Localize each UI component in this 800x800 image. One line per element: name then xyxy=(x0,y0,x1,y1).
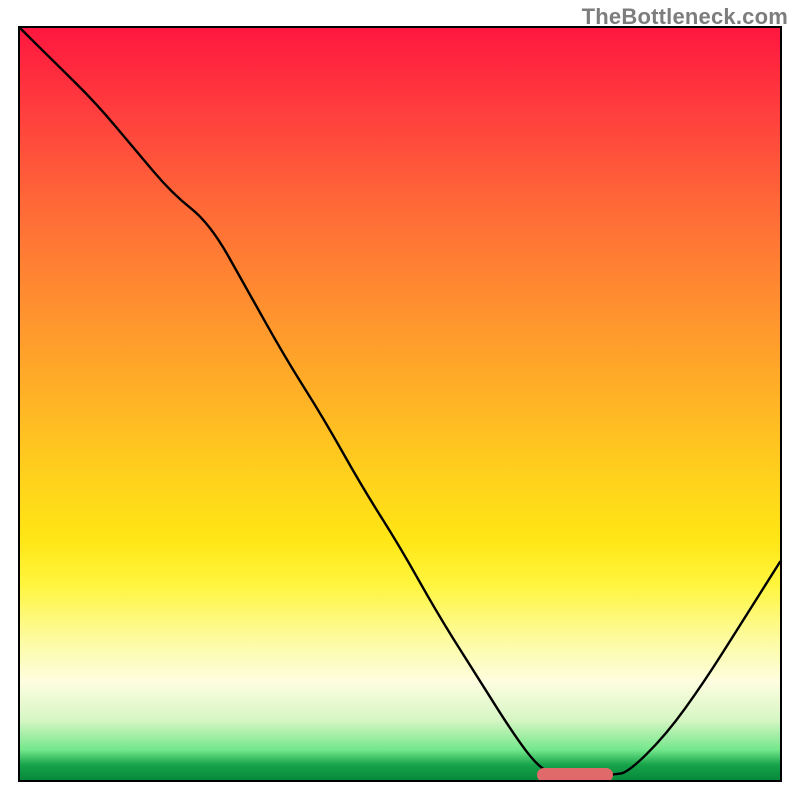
bottleneck-chart: TheBottleneck.com xyxy=(0,0,800,800)
optimal-range-marker xyxy=(537,768,613,782)
curve-layer xyxy=(20,28,780,780)
plot-area xyxy=(18,26,782,782)
bottleneck-curve xyxy=(20,28,780,776)
